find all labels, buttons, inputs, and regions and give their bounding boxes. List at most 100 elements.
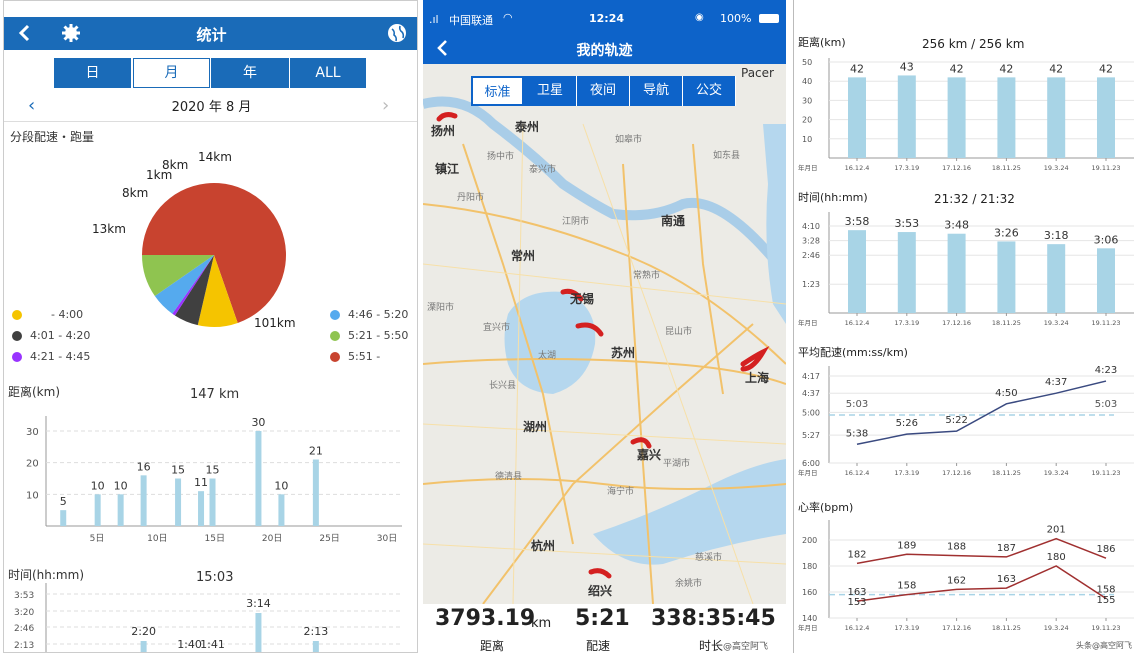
bar [312, 459, 319, 526]
legend-label: 5:21 - 5:50 [348, 329, 409, 342]
town-label: 太湖 [538, 351, 557, 361]
globe-icon[interactable] [386, 22, 408, 44]
y-tick-label: 30 [802, 96, 812, 105]
town-label: 丹阳市 [457, 193, 485, 203]
track-panel: .ıl 中国联通 ◠ 12:24 ◉ 100% 我的轨迹 扬州 泰州 镇江 南通… [423, 0, 786, 653]
x-tick-label: 19.11.23 [1092, 164, 1121, 172]
next-month-icon[interactable]: › [382, 95, 389, 116]
bar-label: 21 [309, 445, 323, 458]
legend-label: 4:21 - 4:45 [30, 350, 91, 363]
x-axis-label: 年月日 [798, 318, 818, 327]
y-tick-label: 30 [26, 427, 39, 438]
bar [848, 230, 866, 313]
x-tick-label: 18.11.25 [992, 319, 1021, 327]
x-tick-label: 17.12.16 [942, 164, 971, 172]
x-tick-label: 17.12.16 [942, 319, 971, 327]
bar-label: 30 [251, 416, 265, 429]
legend-swatch [12, 331, 22, 341]
x-tick-label: 18.11.25 [992, 469, 1021, 477]
wifi-icon: ◠ [503, 11, 513, 24]
point-label: 153 [847, 597, 866, 608]
x-tick-label: 10日 [147, 533, 167, 544]
y-tick-label: 2:46 [802, 251, 820, 260]
x-tick-label: 17.12.16 [942, 469, 971, 477]
point-label: 186 [1096, 544, 1115, 555]
x-tick-label: 30日 [377, 533, 397, 544]
bar-label: 42 [1049, 62, 1063, 75]
bar-label: 2:20 [131, 625, 156, 638]
point-label: 5:38 [846, 428, 868, 439]
legend-swatch [330, 310, 340, 320]
y-tick-label: 160 [802, 588, 817, 597]
y-tick-label: 1:23 [802, 280, 820, 289]
tab-standard[interactable]: 标准 [471, 76, 524, 106]
x-tick-label: 15日 [205, 533, 225, 544]
map-graphic [423, 96, 786, 604]
y-tick-label: 180 [802, 562, 817, 571]
status-bar: .ıl 中国联通 ◠ 12:24 ◉ 100% [423, 0, 786, 32]
point-label: 180 [1047, 552, 1066, 563]
town-label: 德清县 [495, 472, 523, 482]
town-label: 慈溪市 [695, 553, 723, 563]
town-label: 江阴市 [562, 217, 590, 227]
bar [278, 494, 285, 526]
time-bar-chart: 3:53 3:20 2:46 2:13 2:20 1:401:41 3:14 2:13 [14, 583, 402, 652]
nav-bar: 我的轨迹 [423, 32, 786, 64]
duration-label: 时长 [699, 639, 724, 653]
segment-all[interactable]: ALL [290, 58, 366, 88]
heartrate-chart-title: 心率(bpm) [798, 501, 854, 514]
time-chart-subtitle: 21:32 / 21:32 [934, 192, 1015, 206]
town-label: 平湖市 [663, 459, 691, 469]
city-label: 上海 [745, 371, 770, 385]
bar [848, 77, 866, 158]
legend-item: 4:21 - 4:45 [12, 350, 90, 363]
tab-night[interactable]: 夜间 [577, 76, 630, 106]
town-label: 宜兴市 [483, 323, 511, 333]
bar-label: 3:18 [1044, 229, 1069, 242]
town-label: 泰兴市 [529, 165, 557, 175]
segment-month[interactable]: 月 [133, 58, 210, 88]
bar-label: 42 [850, 62, 864, 75]
bar [94, 494, 101, 526]
point-label: 4:23 [1095, 365, 1117, 376]
track-map[interactable]: 扬州 泰州 镇江 南通 常州 无锡 苏州 上海 湖州 嘉兴 杭州 绍兴 如皋市 … [423, 64, 786, 604]
bar-label: 43 [900, 60, 914, 73]
bar-label: 10 [114, 479, 128, 492]
y-tick-label: 5:27 [802, 431, 820, 440]
city-label: 无锡 [570, 292, 595, 306]
month-selector: ‹ 2020 年 8 月 › [4, 93, 417, 117]
segment-year[interactable]: 年 [211, 58, 289, 88]
x-tick-label: 19.11.23 [1092, 319, 1121, 327]
y-tick-label: 20 [26, 459, 39, 470]
segment-day[interactable]: 日 [54, 58, 131, 88]
reference-label: 5:03 [1095, 399, 1117, 410]
y-tick-label: 6:00 [802, 459, 820, 468]
bar [175, 478, 182, 526]
city-label: 湖州 [523, 420, 548, 434]
legend-item: 4:46 - 5:20 [330, 308, 408, 321]
city-label: 镇江 [435, 162, 460, 176]
stats-header: 统计 [4, 17, 417, 50]
duration-value: 338:35:45 [651, 606, 776, 631]
x-tick-label: 19.11.23 [1092, 469, 1121, 477]
tab-navigation[interactable]: 导航 [630, 76, 683, 106]
bar [255, 613, 262, 652]
tab-transit[interactable]: 公交 [683, 76, 736, 106]
bar [117, 494, 124, 526]
y-tick-label: 140 [802, 614, 817, 623]
bar [140, 475, 147, 526]
city-label: 苏州 [611, 346, 636, 360]
town-label: 海宁市 [607, 487, 635, 497]
tab-satellite[interactable]: 卫星 [524, 76, 577, 106]
y-tick-label: 10 [26, 490, 39, 501]
bar [312, 641, 319, 652]
pacer-watermark: Pacer [741, 66, 774, 80]
bar [198, 491, 205, 526]
y-tick-label: 4:37 [802, 389, 820, 398]
x-tick-label: 19.3.24 [1044, 624, 1069, 632]
y-tick-label: 4:17 [802, 372, 820, 381]
nav-title: 我的轨迹 [576, 43, 633, 59]
y-tick-label: 2:46 [14, 624, 34, 634]
x-tick-label: 16.12.4 [845, 319, 870, 327]
bar-label: 3:14 [246, 597, 271, 610]
